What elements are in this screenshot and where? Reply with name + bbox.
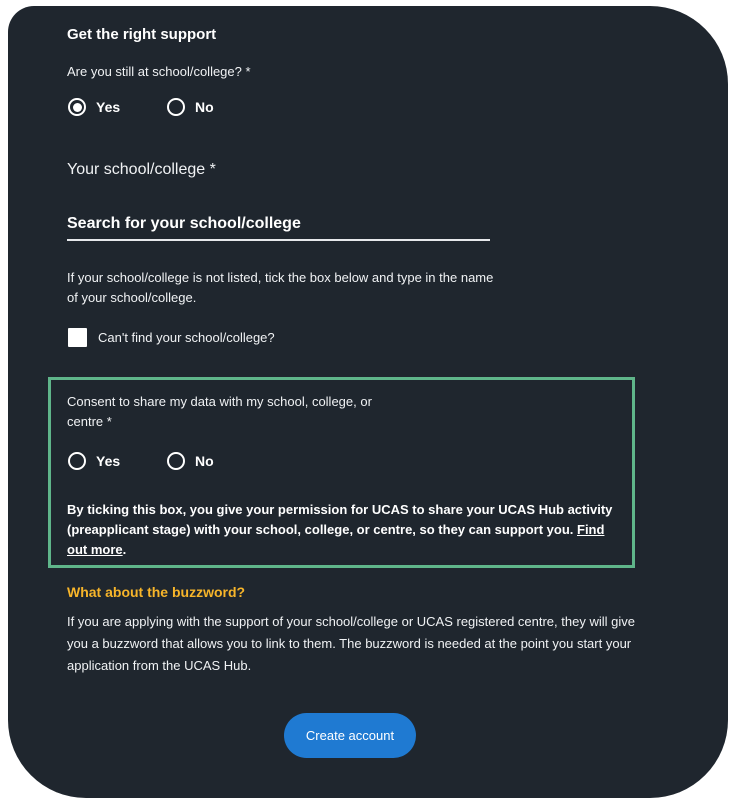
still-at-school-no-option[interactable]: No [167, 98, 214, 116]
registration-card: Get the right support Are you still at s… [8, 6, 728, 798]
radio-button[interactable] [167, 452, 185, 470]
buzzword-description: If you are applying with the support of … [67, 614, 635, 673]
consent-note-text: By ticking this box, you give your permi… [67, 502, 613, 537]
school-field-label: Your school/college * [67, 161, 216, 178]
radio-label-yes: Yes [96, 99, 121, 115]
school-not-listed-hint: If your school/college is not listed, ti… [67, 270, 494, 305]
cant-find-school-checkbox-row[interactable]: Can't find your school/college? [68, 328, 275, 347]
create-account-button[interactable]: Create account [284, 713, 416, 758]
consent-no-option[interactable]: No [167, 452, 214, 470]
still-at-school-yes-option[interactable]: Yes [68, 98, 120, 116]
buzzword-heading: What about the buzzword? [67, 584, 246, 600]
radio-button-selected[interactable] [68, 98, 86, 116]
still-at-school-question: Are you still at school/college? * [67, 64, 251, 79]
consent-question: Consent to share my data with my school,… [67, 394, 372, 429]
cant-find-school-label: Can't find your school/college? [98, 330, 275, 345]
consent-yes-option[interactable]: Yes [68, 452, 120, 470]
radio-label-no: No [195, 453, 214, 469]
consent-note-end: . [122, 542, 127, 557]
radio-label-no: No [195, 99, 214, 115]
radio-button[interactable] [68, 452, 86, 470]
section-title: Get the right support [67, 26, 217, 43]
cant-find-school-checkbox[interactable] [68, 328, 87, 347]
radio-button[interactable] [167, 98, 185, 116]
consent-permission-note: By ticking this box, you give your permi… [67, 500, 627, 560]
school-search-input[interactable] [67, 209, 490, 241]
radio-label-yes: Yes [96, 453, 121, 469]
